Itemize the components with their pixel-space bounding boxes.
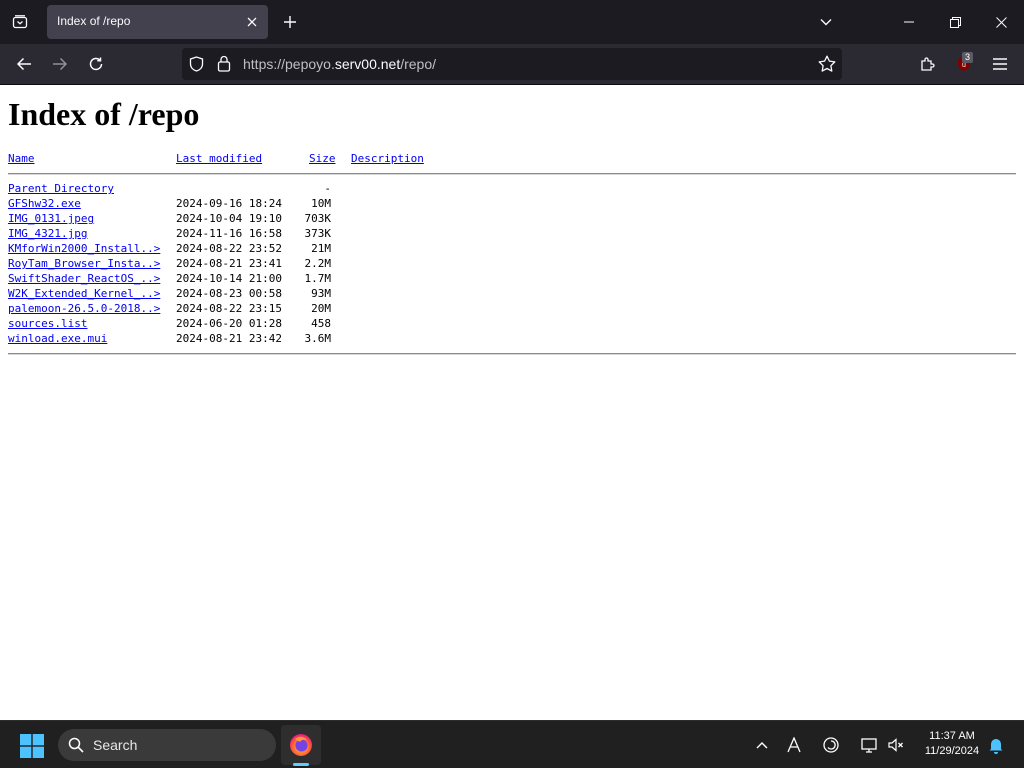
file-date: 2024-08-21 23:42 — [176, 332, 282, 345]
shield-icon[interactable] — [189, 56, 204, 76]
file-date: 2024-11-16 16:58 — [176, 227, 282, 240]
parent-directory-link[interactable]: Parent Directory — [8, 182, 114, 195]
file-link[interactable]: GFShw32.exe — [8, 197, 81, 210]
file-date: 2024-08-22 23:52 — [176, 242, 282, 255]
file-row: IMG_0131.jpeg 2024-10-04 19:10 703K — [8, 212, 408, 227]
close-window-icon[interactable] — [984, 6, 1018, 38]
extension-badge: 3 — [962, 52, 974, 63]
lock-icon[interactable] — [217, 55, 231, 76]
file-row: W2K_Extended_Kernel_..> 2024-08-23 00:58 9… — [8, 287, 408, 302]
file-date: 2024-08-23 00:58 — [176, 287, 282, 300]
forward-arrow-icon[interactable] — [46, 50, 74, 78]
restore-icon[interactable] — [938, 6, 972, 38]
file-size: 3.6M — [304, 332, 332, 345]
search-label: Search — [93, 737, 138, 753]
file-size: 373K — [304, 227, 332, 240]
file-row: IMG_4321.jpg 2024-11-16 16:58 373K — [8, 227, 408, 242]
file-row: sources.list 2024-06-20 01:28 458 — [8, 317, 408, 332]
url-host: serv00.net — [334, 56, 401, 72]
file-size: 20M — [311, 302, 331, 315]
file-date: 2024-10-14 21:00 — [176, 272, 282, 285]
header-divider — [8, 173, 1016, 175]
file-link[interactable]: RoyTam_Browser_Insta..> — [8, 257, 160, 270]
file-link[interactable]: winload.exe.mui — [8, 332, 107, 345]
page-title: Index of /repo — [8, 96, 200, 132]
list-all-tabs-icon[interactable] — [809, 6, 843, 38]
parent-directory-row: Parent Directory - — [8, 182, 408, 197]
svg-text:u: u — [962, 62, 966, 69]
column-size-link[interactable]: Size — [309, 152, 336, 165]
file-row: winload.exe.mui 2024-08-21 23:42 3.6M — [8, 332, 408, 347]
taskbar-search-box[interactable]: Search — [58, 729, 276, 761]
tab-list-icon[interactable] — [4, 6, 36, 38]
file-row: palemoon-26.5.0-2018..> 2024-08-22 23:15 2… — [8, 302, 408, 317]
file-row: KMforWin2000_Install..> 2024-08-22 23:52 2… — [8, 242, 408, 257]
firefox-icon — [289, 733, 313, 761]
column-name-link[interactable]: Name — [8, 152, 35, 165]
network-icon[interactable] — [860, 735, 880, 755]
close-tab-icon[interactable] — [244, 14, 260, 30]
clock-date: 11/29/2024 — [924, 745, 980, 757]
file-date: 2024-08-22 23:15 — [176, 302, 282, 315]
windows-taskbar: Search 11:37 AM 11/29/2024 — [0, 720, 1024, 768]
file-link[interactable]: sources.list — [8, 317, 87, 330]
file-date: 2024-09-16 18:24 — [176, 197, 282, 210]
notification-bell-icon[interactable] — [986, 735, 1006, 755]
input-indicator-icon[interactable] — [784, 735, 804, 755]
chrome-border — [0, 84, 1024, 85]
file-row: SwiftShader_ReactOS_..> 2024-10-14 21:00 1… — [8, 272, 408, 287]
taskbar-clock[interactable]: 11:37 AM 11/29/2024 — [912, 729, 992, 759]
menu-hamburger-icon[interactable] — [986, 50, 1014, 78]
file-date: 2024-06-20 01:28 — [176, 317, 282, 330]
file-size: - — [324, 182, 331, 195]
navigation-toolbar: https://pepoyo.serv00.net/repo/ u — [0, 44, 1024, 84]
sync-status-icon[interactable] — [821, 735, 841, 755]
file-row: RoyTam_Browser_Insta..> 2024-08-21 23:41 2… — [8, 257, 408, 272]
file-link[interactable]: KMforWin2000_Install..> — [8, 242, 160, 255]
reload-icon[interactable] — [82, 50, 110, 78]
footer-divider — [8, 353, 1016, 355]
clock-time: 11:37 AM — [929, 730, 975, 742]
firefox-taskbar-button[interactable] — [281, 725, 321, 765]
file-link[interactable]: IMG_0131.jpeg — [8, 212, 94, 225]
tab-title: Index of /repo — [57, 14, 131, 28]
extensions-puzzle-icon[interactable] — [914, 50, 942, 78]
file-size: 458 — [311, 317, 331, 330]
file-size: 703K — [304, 212, 332, 225]
back-arrow-icon[interactable] — [10, 50, 38, 78]
file-date: 2024-08-21 23:41 — [176, 257, 282, 270]
column-last-modified-link[interactable]: Last modified — [176, 152, 262, 165]
minimize-icon[interactable] — [892, 6, 926, 38]
address-bar[interactable]: https://pepoyo.serv00.net/repo/ — [182, 48, 842, 80]
file-row: GFShw32.exe 2024-09-16 18:24 10M — [8, 197, 408, 212]
browser-titlebar: Index of /repo — [0, 0, 1024, 44]
file-date: 2024-10-04 19:10 — [176, 212, 282, 225]
file-link[interactable]: SwiftShader_ReactOS_..> — [8, 272, 160, 285]
bookmark-star-icon[interactable] — [818, 55, 836, 76]
url-text[interactable]: https://pepoyo.serv00.net/repo/ — [243, 56, 436, 72]
windows-start-icon[interactable] — [20, 734, 44, 758]
new-tab-icon[interactable] — [278, 10, 302, 34]
file-size: 10M — [311, 197, 331, 210]
volume-muted-icon[interactable] — [886, 735, 906, 755]
file-size: 21M — [311, 242, 331, 255]
show-hidden-icons-chevron-icon[interactable] — [752, 735, 772, 755]
file-link[interactable]: W2K_Extended_Kernel_..> — [8, 287, 160, 300]
file-link[interactable]: IMG_4321.jpg — [8, 227, 87, 240]
url-scheme: https://pepoyo. — [243, 56, 335, 72]
file-size: 2.2M — [304, 257, 332, 270]
column-description-link[interactable]: Description — [351, 152, 424, 165]
file-size: 93M — [311, 287, 331, 300]
search-icon — [68, 737, 84, 757]
file-size: 1.7M — [304, 272, 332, 285]
active-app-indicator — [293, 763, 309, 766]
tab-active[interactable]: Index of /repo — [47, 5, 268, 39]
url-path: /repo/ — [400, 56, 437, 72]
file-link[interactable]: palemoon-26.5.0-2018..> — [8, 302, 160, 315]
